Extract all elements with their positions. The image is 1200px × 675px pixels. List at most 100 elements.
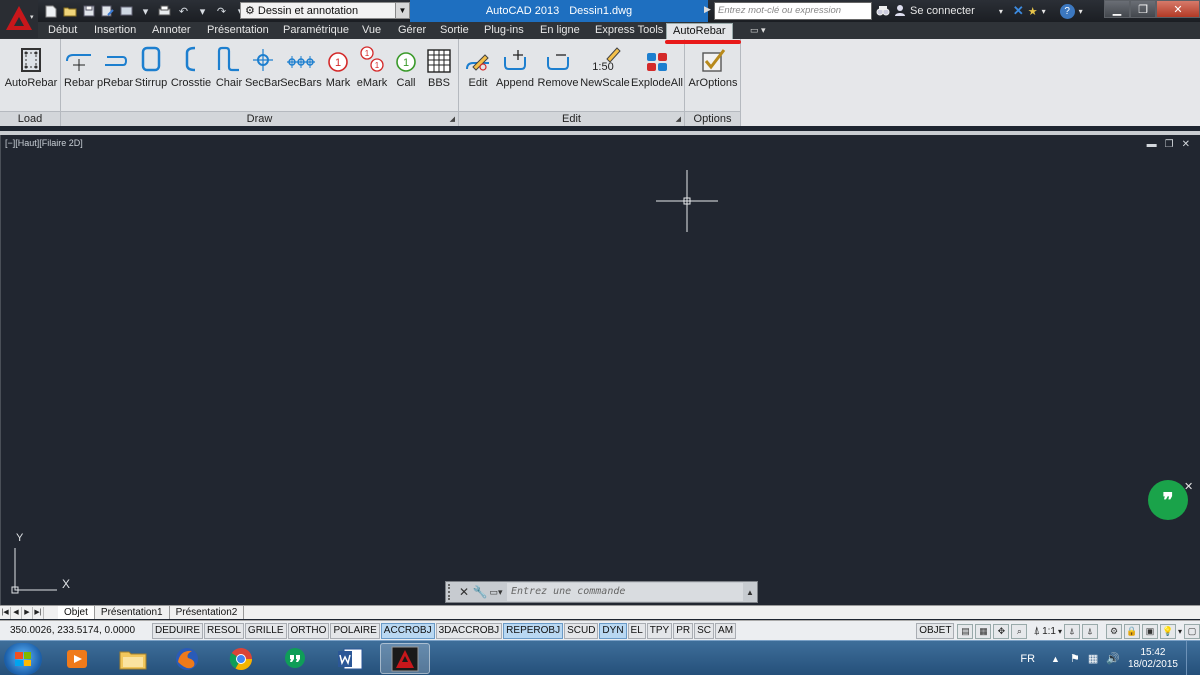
chevron-down-icon[interactable]: ▾ <box>194 3 211 19</box>
tab-presentation1[interactable]: Présentation1 <box>95 606 170 619</box>
isolate-objects-icon[interactable]: 💡 <box>1159 623 1176 639</box>
next-tab-icon[interactable]: ▶ <box>22 606 33 619</box>
chevron-up-icon[interactable]: ▲ <box>743 588 757 597</box>
viewport-controls-label[interactable]: [−][Haut][Filaire 2D] <box>5 138 83 148</box>
toggle-scud[interactable]: SCUD <box>564 622 599 639</box>
print-icon[interactable] <box>156 3 173 19</box>
edit-button[interactable]: Edit <box>463 43 493 95</box>
chevron-down-icon[interactable]: ▾ <box>1178 627 1182 636</box>
chair-button[interactable]: Chair <box>213 43 245 95</box>
prebar-button[interactable]: pRebar <box>97 43 133 95</box>
user-icon[interactable] <box>894 4 906 19</box>
toggle-reperobj[interactable]: REPEROBJ <box>503 622 564 639</box>
taskbar-word[interactable] <box>325 643 375 674</box>
clean-screen-icon[interactable]: ▢ <box>1184 623 1200 639</box>
help-icon[interactable]: ? <box>1059 3 1075 19</box>
start-button[interactable] <box>4 643 42 675</box>
exchange-x-icon[interactable]: ✕ <box>1013 3 1024 19</box>
prev-tab-icon[interactable]: ◀ <box>11 606 22 619</box>
signin-label[interactable]: Se connecter <box>910 5 975 17</box>
command-prompt-icon[interactable]: ▭▾ <box>488 587 504 598</box>
toggle-resol[interactable]: RESOL <box>204 622 244 639</box>
hardware-acceleration-icon[interactable]: ▣ <box>1141 623 1158 639</box>
language-indicator[interactable]: FR <box>1020 653 1035 665</box>
open-folder-icon[interactable] <box>61 3 78 19</box>
save-as-icon[interactable] <box>99 3 116 19</box>
chevron-down-icon[interactable]: ▾ <box>137 3 154 19</box>
model-space-button[interactable]: OBJET <box>916 623 955 639</box>
toggle-accrobj[interactable]: ACCROBJ <box>380 622 435 639</box>
dialog-launcher-icon[interactable]: ◢ <box>676 113 681 127</box>
close-icon[interactable]: ✕ <box>1184 480 1193 493</box>
command-input[interactable]: Entrez une commande <box>507 583 743 601</box>
redo-icon[interactable]: ↷ <box>213 3 230 19</box>
remove-button[interactable]: Remove <box>537 43 579 95</box>
quick-view-drawings-icon[interactable]: ▦ <box>975 623 992 639</box>
tab-parametrique[interactable]: Paramétrique <box>277 23 355 39</box>
wrench-icon[interactable]: 🔧 <box>472 585 488 599</box>
autorebar-load-button[interactable]: AutoRebar <box>4 43 58 95</box>
taskbar-chrome[interactable] <box>216 643 266 674</box>
taskbar-media-player[interactable] <box>52 643 102 674</box>
emark-button[interactable]: 11 eMark <box>355 43 389 95</box>
annotation-scale-icon[interactable]: ⍋ <box>1033 625 1040 638</box>
tab-vue[interactable]: Vue <box>356 23 387 39</box>
zoom-icon[interactable]: ⌕ <box>1011 623 1028 639</box>
tab-sortie[interactable]: Sortie <box>434 23 475 39</box>
web-mobile-icon[interactable] <box>118 3 135 19</box>
show-desktop-button[interactable] <box>1186 641 1200 675</box>
taskbar-autocad[interactable] <box>380 643 430 674</box>
tab-express-tools[interactable]: Express Tools <box>589 23 669 39</box>
minimize-icon[interactable]: ▁ <box>1104 0 1130 18</box>
auto-scale-icon[interactable]: ⍋ <box>1081 623 1098 639</box>
stirrup-button[interactable]: Stirrup <box>134 43 168 95</box>
taskbar-firefox[interactable] <box>162 643 212 674</box>
toggle-ortho[interactable]: ORTHO <box>287 622 330 639</box>
toggle-sc[interactable]: SC <box>694 622 715 639</box>
tab-autorebar[interactable]: AutoRebar <box>666 23 733 39</box>
call-button[interactable]: 1 Call <box>392 43 420 95</box>
volume-icon[interactable]: 🔊 <box>1106 652 1120 665</box>
rebar-button[interactable]: Rebar <box>63 43 95 95</box>
annotation-visibility-icon[interactable]: ⍋ <box>1063 623 1080 639</box>
newscale-button[interactable]: 1:50 NewScale <box>580 43 630 95</box>
expand-arrow-icon[interactable]: ▶ <box>704 4 711 15</box>
toggle-am[interactable]: AM <box>715 622 737 639</box>
append-button[interactable]: Append <box>494 43 536 95</box>
secbar-button[interactable]: SecBar <box>245 43 281 95</box>
toggle-polaire[interactable]: POLAIRE <box>330 622 380 639</box>
star-icon[interactable]: ★ <box>1028 5 1038 18</box>
tab-insertion[interactable]: Insertion <box>88 23 142 39</box>
quick-view-layouts-icon[interactable]: ▤ <box>957 623 974 639</box>
workspace-select[interactable]: ⚙ Dessin et annotation ▼ <box>240 2 410 19</box>
application-menu-button[interactable]: ▾ <box>0 0 38 38</box>
tab-annoter[interactable]: Annoter <box>146 23 197 39</box>
tab-debut[interactable]: Début <box>42 23 83 39</box>
workspace-switching-icon[interactable]: ⚙ <box>1105 623 1122 639</box>
undo-icon[interactable]: ↶ <box>175 3 192 19</box>
tab-presentation[interactable]: Présentation <box>201 23 275 39</box>
taskbar-hangouts[interactable] <box>270 643 320 674</box>
toggle-el[interactable]: EL <box>627 622 646 639</box>
last-tab-icon[interactable]: ▶| <box>33 606 44 619</box>
dialog-launcher-icon[interactable]: ◢ <box>450 113 455 127</box>
toggle-grille[interactable]: GRILLE <box>244 622 287 639</box>
close-icon[interactable]: ✕ <box>456 585 472 599</box>
pan-icon[interactable]: ✥ <box>993 623 1010 639</box>
annotation-scale-value[interactable]: 1:1 <box>1042 626 1056 637</box>
chevron-down-icon[interactable]: ▾ <box>999 7 1003 16</box>
network-icon[interactable]: ▦ <box>1088 652 1098 665</box>
binoculars-icon[interactable] <box>876 4 890 19</box>
chevron-down-icon[interactable]: ▾ <box>1079 7 1083 16</box>
drawing-canvas[interactable]: [−][Haut][Filaire 2D] ▬ ❐ ✕ Y X ❞ ✕ ✕ 🔧 … <box>0 135 1200 605</box>
first-tab-icon[interactable]: |◀ <box>0 606 11 619</box>
tab-objet[interactable]: Objet <box>58 606 95 619</box>
toggle-tpy[interactable]: TPY <box>646 622 673 639</box>
close-icon[interactable]: ✕ <box>1182 139 1190 150</box>
close-icon[interactable]: ✕ <box>1156 0 1200 18</box>
toggle-pr[interactable]: PR <box>673 622 694 639</box>
crosstie-button[interactable]: Crosstie <box>170 43 212 95</box>
toggle-dyn[interactable]: DYN <box>599 622 627 639</box>
hangouts-chat-head-icon[interactable]: ❞ <box>1148 480 1188 520</box>
restore-icon[interactable]: ❐ <box>1130 0 1156 18</box>
